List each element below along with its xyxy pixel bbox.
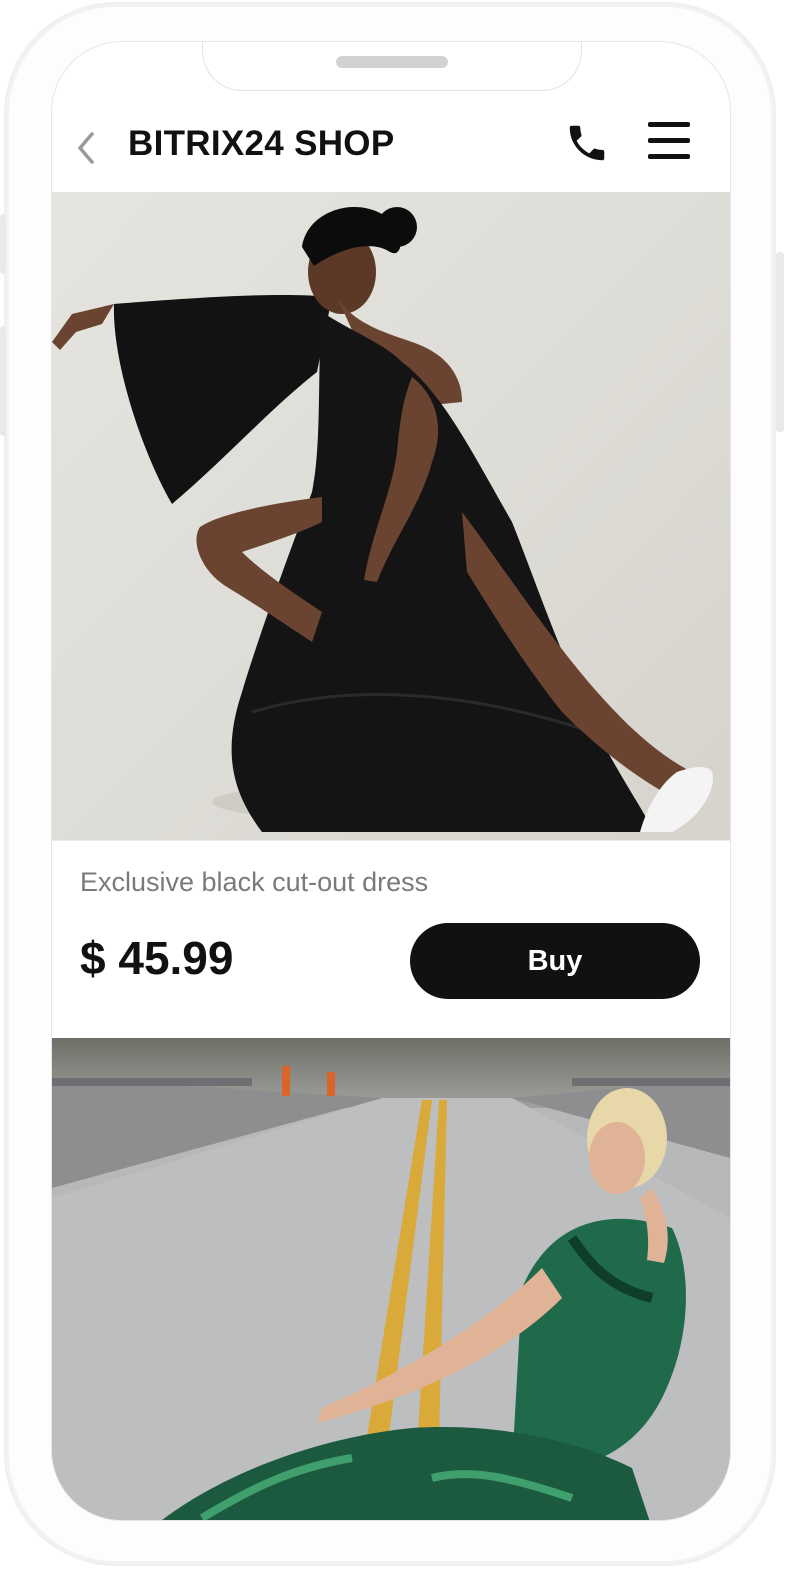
buy-button[interactable]: Buy bbox=[410, 923, 700, 999]
product-card: Exclusive black cut-out dress $ 45.99 Bu… bbox=[52, 840, 730, 1039]
menu-button[interactable] bbox=[648, 122, 694, 162]
hamburger-menu-icon bbox=[648, 122, 690, 127]
product-name[interactable]: Exclusive black cut-out dress bbox=[80, 867, 428, 898]
hamburger-menu-icon-line bbox=[648, 154, 690, 159]
phone-icon bbox=[569, 125, 605, 161]
hamburger-menu-icon-line bbox=[648, 138, 690, 143]
app-header: BITRIX24 SHOP bbox=[52, 102, 730, 192]
product-price: $ 45.99 bbox=[80, 932, 234, 984]
phone-side-button-right bbox=[776, 252, 784, 432]
phone-side-button-left-1 bbox=[0, 214, 6, 274]
app-screen: BITRIX24 SHOP Exclusive black cut-out dr… bbox=[52, 42, 730, 1520]
product-image[interactable] bbox=[52, 1038, 730, 1520]
chevron-left-icon bbox=[78, 132, 94, 164]
phone-side-button-left-2 bbox=[0, 326, 6, 436]
product-photo-black-dress bbox=[52, 206, 713, 832]
call-button[interactable] bbox=[564, 120, 610, 166]
back-button[interactable] bbox=[74, 128, 100, 168]
phone-notch bbox=[202, 42, 582, 91]
shop-title: BITRIX24 SHOP bbox=[128, 124, 395, 163]
speaker-grille bbox=[336, 56, 448, 68]
product-image[interactable] bbox=[52, 192, 730, 840]
product-photo-tropical-outfit bbox=[52, 1038, 730, 1520]
